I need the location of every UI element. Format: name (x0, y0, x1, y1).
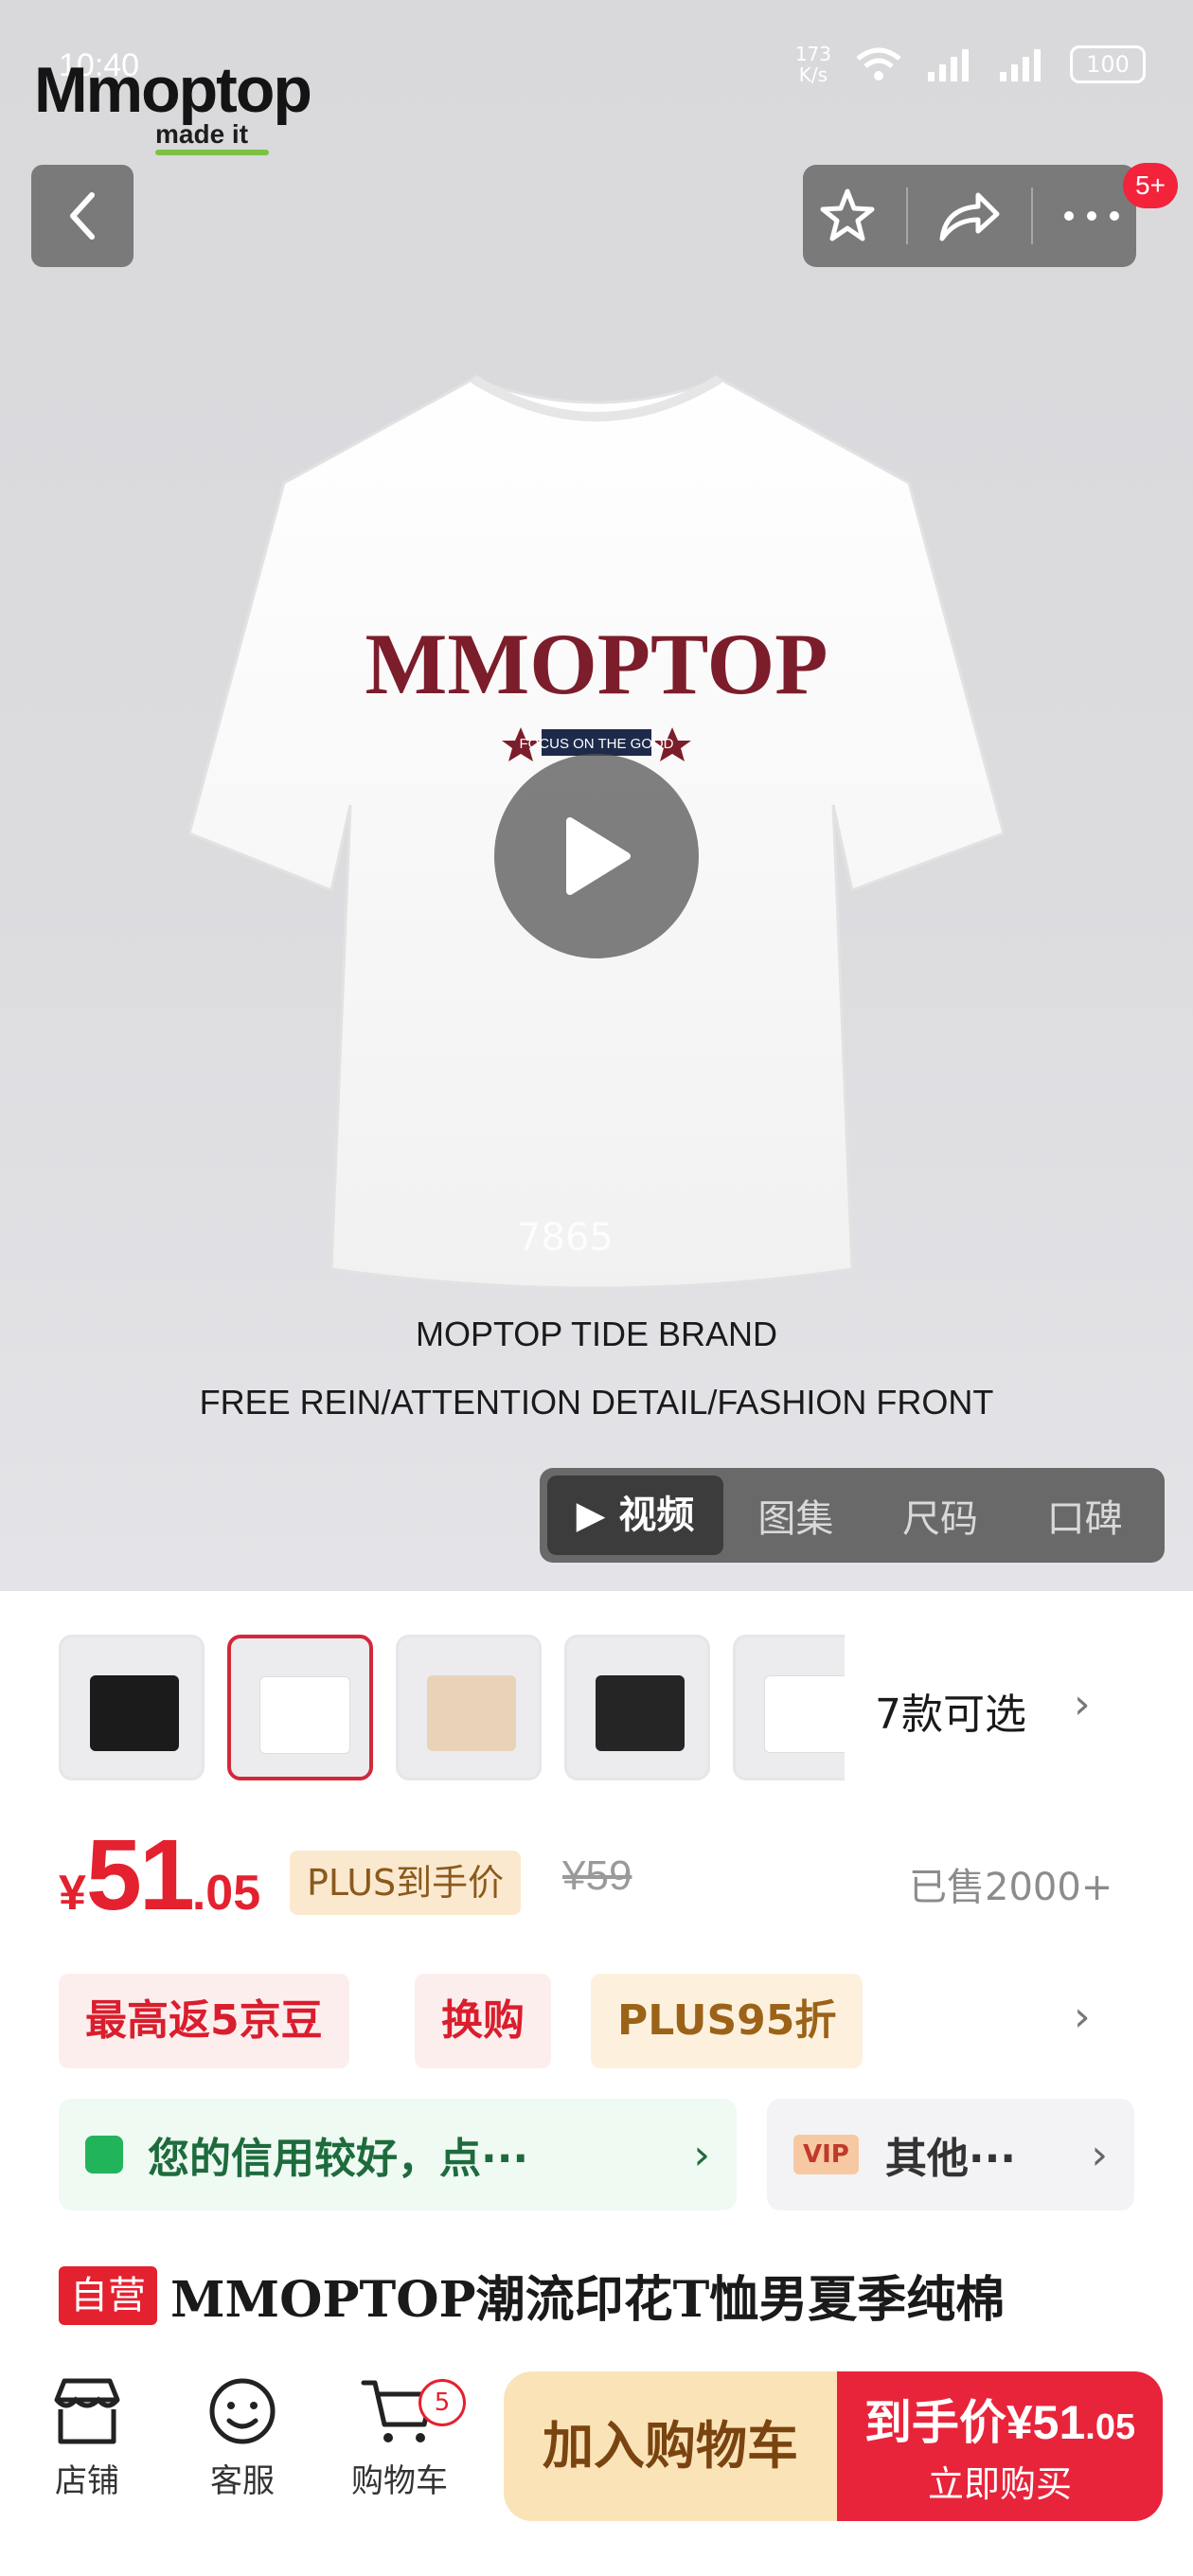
variant-thumb-white-2[interactable] (733, 1635, 845, 1780)
promo-jingdou[interactable]: 最高返5京豆 (59, 1974, 349, 2068)
status-icons: 173 K/s 100 (795, 44, 1146, 85)
original-price: ¥59 (562, 1852, 632, 1899)
chevron-right-icon: › (693, 2130, 710, 2179)
plus-price-tag: PLUS到手价 (290, 1851, 522, 1915)
add-to-cart-button[interactable]: 加入购物车 (504, 2371, 837, 2521)
shop-button[interactable]: 店铺 (30, 2373, 144, 2501)
hero-caption-2: FREE REIN/ATTENTION DETAIL/FASHION FRONT (199, 1383, 994, 1422)
vip-banner[interactable]: VIP 其他··· › (767, 2099, 1134, 2210)
variant-thumb-white[interactable] (227, 1635, 373, 1780)
tab-video[interactable]: ▶ 视频 (547, 1476, 723, 1555)
back-button[interactable] (31, 165, 134, 267)
play-icon (566, 817, 631, 895)
vip-badge: VIP (793, 2135, 859, 2174)
battery-icon: 100 (1070, 45, 1146, 83)
shopping-bag-icon (85, 2136, 123, 2174)
customer-service-button[interactable]: 客服 (186, 2373, 299, 2501)
print-brand-text: MMOPTOP (365, 616, 828, 712)
signal-icon (928, 49, 969, 81)
promo-plus-discount[interactable]: PLUS95折 (591, 1974, 864, 2068)
image-watermark: 7865 (517, 1216, 614, 1260)
play-video-button[interactable] (494, 754, 699, 958)
share-icon[interactable] (936, 188, 1003, 244)
network-speed: 173 K/s (794, 43, 831, 86)
notification-badge: 5+ (1123, 163, 1178, 208)
tab-reviews[interactable]: 口碑 (1012, 1488, 1157, 1543)
print-tagline: FOCUS ON THE GOOD (519, 736, 673, 752)
star-icon[interactable] (817, 186, 878, 246)
cart-count-badge: 5 (418, 2379, 466, 2426)
variant-count[interactable]: 7款可选 (875, 1680, 1026, 1741)
promo-exchange[interactable]: 换购 (415, 1974, 551, 2068)
hero-caption-1: MOPTOP TIDE BRAND (415, 1315, 778, 1353)
promo-chevron-icon[interactable]: › (1074, 1993, 1091, 2041)
credit-banner[interactable]: 您的信用较好，点··· › (59, 2099, 737, 2210)
sold-count: 已售2000+ (909, 1866, 1113, 1909)
variant-thumb-black-2[interactable] (564, 1635, 710, 1780)
variant-thumbnails (59, 1635, 845, 1786)
brand-logo: Mmoptop made it (34, 57, 312, 155)
buy-now-button[interactable]: 到手价¥51.05 立即购买 (837, 2371, 1163, 2521)
chevron-right-icon[interactable]: › (1074, 1680, 1091, 1728)
self-operated-tag: 自营 (59, 2265, 157, 2325)
service-icon (209, 2378, 276, 2444)
chevron-right-icon: › (1091, 2130, 1108, 2179)
wifi-icon (856, 47, 901, 80)
variant-thumb-model[interactable] (396, 1635, 542, 1780)
shop-icon (54, 2378, 120, 2444)
current-price: ¥51.05 (59, 1819, 261, 1931)
product-title: 自营 MMOPTOP潮流印花T恤男夏季纯棉 (59, 2260, 1148, 2345)
chevron-left-icon (70, 192, 95, 240)
variant-thumb-black[interactable] (59, 1635, 205, 1780)
header-actions (803, 165, 1136, 267)
media-tabs: ▶ 视频 图集 尺码 口碑 (540, 1468, 1165, 1563)
tab-gallery[interactable]: 图集 (723, 1488, 868, 1543)
tab-size[interactable]: 尺码 (868, 1488, 1013, 1543)
signal-icon-2 (1000, 49, 1041, 81)
more-icon[interactable] (1061, 206, 1122, 225)
